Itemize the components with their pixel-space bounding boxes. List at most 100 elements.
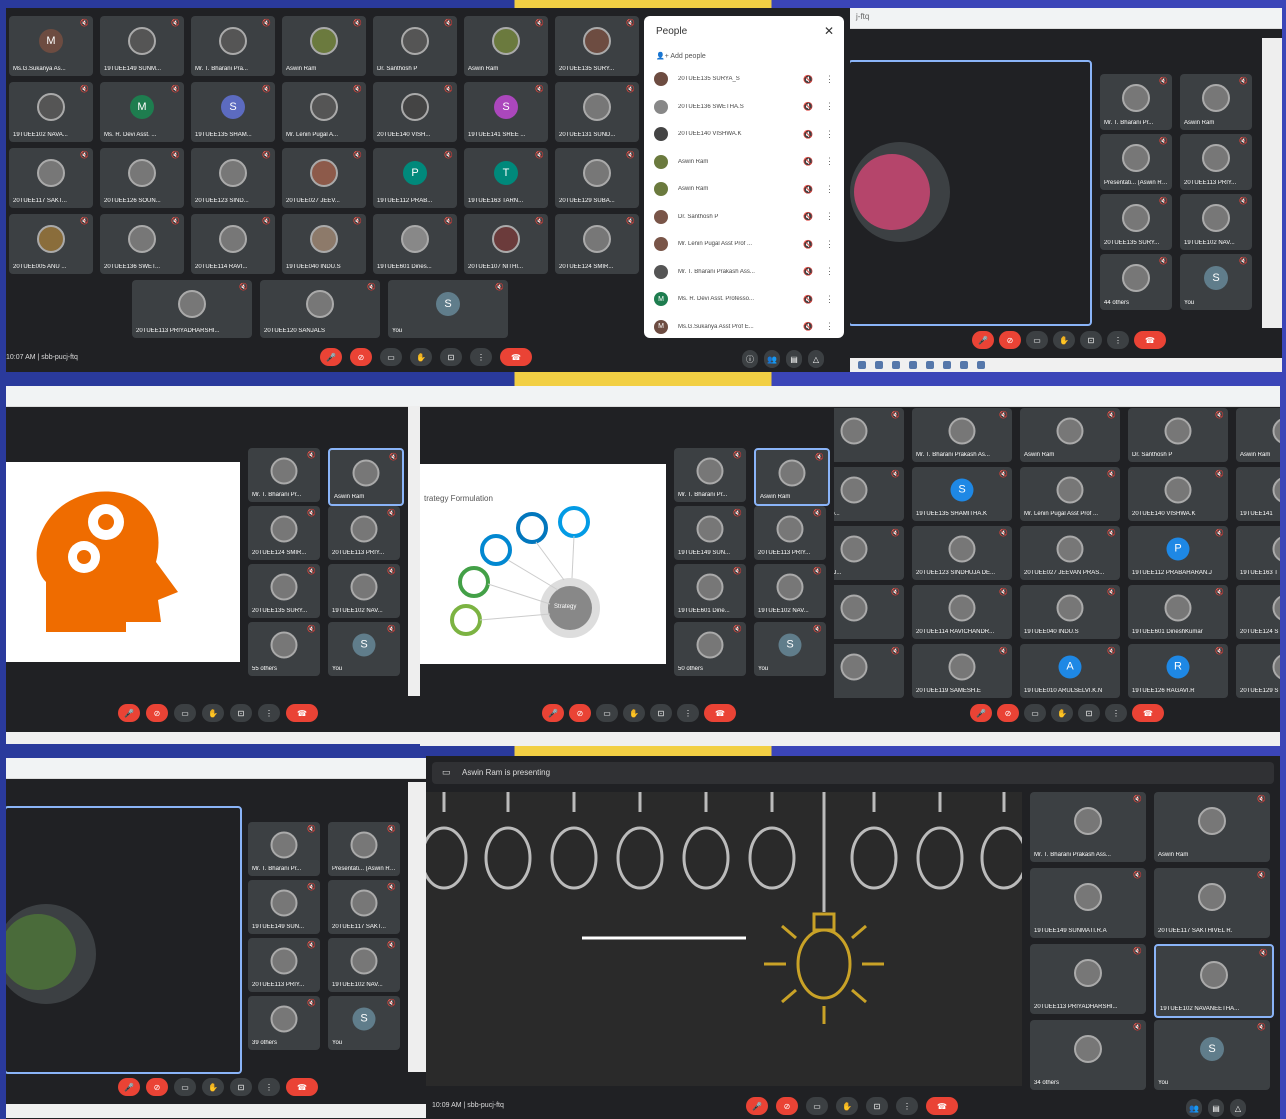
participant-tile[interactable]: 🔇 S You (328, 996, 400, 1050)
participant-tile[interactable]: 🔇 20TUEE140 VISHWA.K (1128, 467, 1228, 521)
more-options-icon[interactable]: ⋮ (825, 74, 834, 85)
participant-tile[interactable]: 🔇 S 19TUEE135 SHAMITHA.K (912, 467, 1012, 521)
more-options-icon[interactable]: ⋮ (825, 239, 834, 250)
mic-muted-icon[interactable]: 🔇 (803, 157, 813, 166)
participant-tile[interactable]: 🔇 34 others (1030, 1020, 1146, 1090)
main-speaker-tile[interactable] (850, 60, 1092, 326)
people-list-item[interactable]: Mr. Lenin Pugal Asst Prof ... 🔇 ⋮ (654, 233, 834, 255)
mic-muted-icon[interactable]: 🔇 (803, 267, 813, 276)
mic-toggle-button[interactable]: 🎤 (542, 704, 564, 722)
raise-hand-button[interactable]: ✋ (623, 704, 645, 722)
people-list-item[interactable]: M Ms. R. Devi Asst. Professo... 🔇 ⋮ (654, 288, 834, 310)
people-list-item[interactable]: Mr. T. Bharani Prakash Ass... 🔇 ⋮ (654, 261, 834, 283)
participant-tile[interactable]: 🔇 S 19TUEE141 SREE ... (464, 82, 548, 142)
participant-tile[interactable]: 🔇 20TUEE135 SURY... (555, 16, 639, 76)
participant-tile[interactable]: 🔇 Mr. T. Bharani Pr... (1100, 74, 1172, 130)
participant-tile[interactable]: 🔇 19TUEE102 NAV... (328, 564, 400, 618)
participant-tile[interactable]: 🔇 IVYA S. (834, 585, 904, 639)
participant-tile[interactable]: 🔇 20TUEE027 JEEV... (282, 148, 366, 208)
participant-tile[interactable]: 🔇20TUEE124 S (1236, 585, 1280, 639)
end-call-button[interactable]: ☎ (286, 1078, 318, 1096)
present-button[interactable]: ⊡ (1080, 331, 1102, 349)
participant-tile[interactable]: 🔇 19TUEE149 SUN... (248, 880, 320, 934)
participant-tile[interactable]: 🔇 20TUEE126 SOUN... (100, 148, 184, 208)
participant-tile[interactable]: 🔇 Mr. Lenin Pugal A... (282, 82, 366, 142)
camera-toggle-button[interactable]: ⊘ (146, 704, 168, 722)
end-call-button[interactable]: ☎ (704, 704, 736, 722)
mic-muted-icon[interactable]: 🔇 (803, 295, 813, 304)
participant-tile[interactable]: 🔇 19TUEE040 INDU.S (282, 214, 366, 274)
participant-tile[interactable]: 🔇 20TUEE113 PRIY... (328, 506, 400, 560)
people-list-item[interactable]: M Ms.G.Sukanya Asst Prof E... 🔇 ⋮ (654, 316, 834, 338)
participant-tile[interactable]: 🔇 Mr. T. Bharani Prakash As... (912, 408, 1012, 462)
participant-tile[interactable]: 🔇 IYA.P (834, 644, 904, 698)
camera-toggle-button[interactable]: ⊘ (569, 704, 591, 722)
more-options-icon[interactable]: ⋮ (825, 184, 834, 195)
participant-tile[interactable]: 🔇 Dr. Santhosh P (1128, 408, 1228, 462)
participant-tile[interactable]: 🔇 19TUEE149 SUNM... (100, 16, 184, 76)
participant-tile[interactable]: 🔇 20TUEE117 SAKTHIVEL R. (1154, 868, 1270, 938)
participant-tile[interactable]: 🔇 Mr. T. Bharani Pr... (248, 448, 320, 502)
participant-tile[interactable]: 🔇 20TUEE119 SAMESH.E (912, 644, 1012, 698)
end-call-button[interactable]: ☎ (1132, 704, 1164, 722)
participant-tile[interactable]: 🔇 Mr. Lenin Pugal Asst Prof ... (1020, 467, 1120, 521)
activities-icon[interactable]: △ (808, 350, 824, 368)
participant-tile[interactable]: 🔇 Aswin Ram (328, 448, 404, 506)
more-options-icon[interactable]: ⋮ (825, 294, 834, 305)
participant-tile[interactable]: 🔇 20TUEE117 SAKT... (328, 880, 400, 934)
more-options-icon[interactable]: ⋮ (825, 266, 834, 277)
present-button[interactable]: ⊡ (440, 348, 462, 366)
participant-tile[interactable]: 🔇 50 others (674, 622, 746, 676)
participant-tile[interactable]: 🔇 20TUEE135 SURY... (1100, 194, 1172, 250)
participant-tile[interactable]: 🔇 19TUEE102 NAVANEETHA... (1154, 944, 1274, 1018)
participant-tile[interactable]: 🔇 39 others (248, 996, 320, 1050)
people-list-item[interactable]: Aswin Ram 🔇 ⋮ (654, 151, 834, 173)
participant-tile[interactable]: 🔇 55 others (248, 622, 320, 676)
participant-tile[interactable]: 🔇 Mr. T. Bharani Pr... (674, 448, 746, 502)
close-icon[interactable]: ✕ (824, 24, 834, 38)
taskbar-icon[interactable] (858, 361, 866, 369)
present-button[interactable]: ⊡ (230, 704, 252, 722)
participant-tile[interactable]: 🔇19TUEE163 T (1236, 526, 1280, 580)
add-people-button[interactable]: 👤+ Add people (656, 52, 706, 60)
camera-toggle-button[interactable]: ⊘ (146, 1078, 168, 1096)
participant-tile[interactable]: 🔇 20TUEE113 PRIY... (754, 506, 826, 560)
participant-tile[interactable]: 🔇 20TUEE136 SWET... (100, 214, 184, 274)
mic-muted-icon[interactable]: 🔇 (803, 322, 813, 331)
participant-tile[interactable]: 🔇 Aswin Ram (282, 16, 366, 76)
participant-tile[interactable]: 🔇 44 others (1100, 254, 1172, 310)
people-list-item[interactable]: 20TUEE140 VISHWA.K 🔇 ⋮ (654, 123, 834, 145)
mic-toggle-button[interactable]: 🎤 (118, 704, 140, 722)
participant-tile[interactable]: 🔇 T 19TUEE163 TARN... (464, 148, 548, 208)
participant-tile[interactable]: 🔇20TUEE129 S (1236, 644, 1280, 698)
participant-tile[interactable]: 🔇 20TUEE117 SAKT... (9, 148, 93, 208)
more-options-icon[interactable]: ⋮ (825, 321, 834, 332)
taskbar-icon[interactable] (960, 361, 968, 369)
present-button[interactable]: ⊡ (866, 1097, 888, 1115)
participant-tile[interactable]: 🔇 20TUEE123 SIND... (191, 148, 275, 208)
participant-tile[interactable]: 🔇19TUEE141 (1236, 467, 1280, 521)
participant-tile[interactable]: 🔇 20TUEE113 PRIY... (1180, 134, 1252, 190)
mic-toggle-button[interactable]: 🎤 (972, 331, 994, 349)
participant-tile[interactable]: 🔇 UNDARAJ... (834, 526, 904, 580)
mic-toggle-button[interactable]: 🎤 (118, 1078, 140, 1096)
camera-toggle-button[interactable]: ⊘ (350, 348, 372, 366)
mic-toggle-button[interactable]: 🎤 (320, 348, 342, 366)
raise-hand-button[interactable]: ✋ (1051, 704, 1073, 722)
captions-button[interactable]: ▭ (1026, 331, 1048, 349)
mic-muted-icon[interactable]: 🔇 (803, 240, 813, 249)
participant-tile[interactable]: 🔇 20TUEE113 PRIYADHARSHI... (132, 280, 252, 338)
participant-tile[interactable]: 🔇 A 19TUEE010 ARULSELVI.K.N (1020, 644, 1120, 698)
captions-button[interactable]: ▭ (806, 1097, 828, 1115)
more-options-button[interactable]: ⋮ (258, 1078, 280, 1096)
participant-tile[interactable]: 🔇 19TUEE040 INDU.S (1020, 585, 1120, 639)
participant-tile[interactable]: 🔇 MATI.R.A (834, 408, 904, 462)
participant-tile[interactable]: 🔇 19TUEE102 NAV... (754, 564, 826, 618)
more-options-button[interactable]: ⋮ (896, 1097, 918, 1115)
more-options-button[interactable]: ⋮ (258, 704, 280, 722)
participant-tile[interactable]: 🔇 20TUEE129 SUBA... (555, 148, 639, 208)
end-call-button[interactable]: ☎ (500, 348, 532, 366)
participant-tile[interactable]: 🔇 M Ms.G.Sukanya As... (9, 16, 93, 76)
people-list-item[interactable]: 20TUEE136 SWETHA.S 🔇 ⋮ (654, 96, 834, 118)
captions-button[interactable]: ▭ (596, 704, 618, 722)
